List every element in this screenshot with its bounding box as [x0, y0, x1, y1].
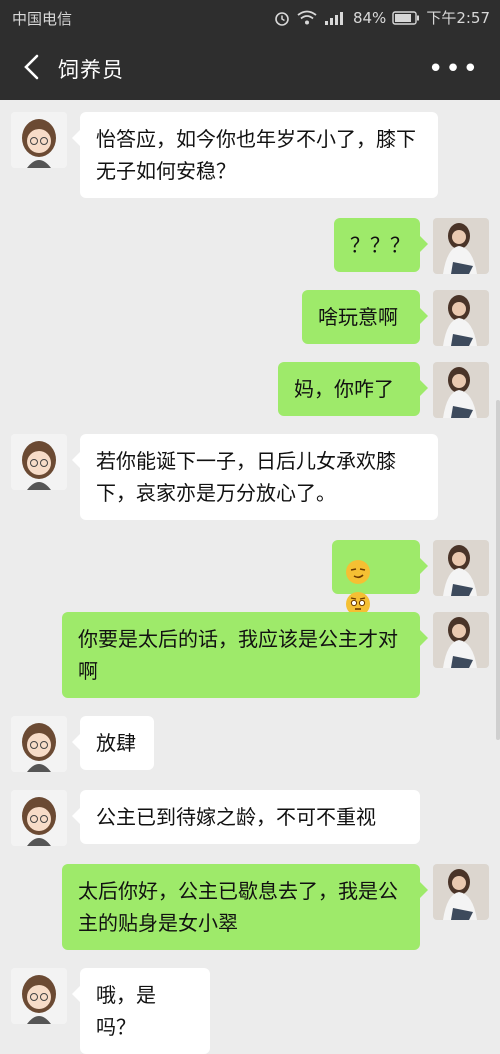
battery-icon — [392, 10, 420, 25]
contact-avatar[interactable] — [11, 790, 67, 846]
contact-avatar[interactable] — [11, 716, 67, 772]
user-avatar[interactable] — [433, 290, 489, 346]
contact-avatar[interactable] — [11, 434, 67, 490]
message-row: 太后你好，公主已歇息去了，我是公主的贴身是女小翠 — [0, 864, 500, 954]
message-bubble-outgoing[interactable] — [332, 540, 428, 616]
message-row: 妈，你咋了 — [0, 362, 500, 418]
more-icon[interactable]: ••• — [428, 54, 480, 84]
status-bar: 中国电信 84% 下午2:57 — [0, 0, 500, 34]
chevron-left-icon[interactable] — [18, 52, 48, 82]
user-avatar[interactable] — [433, 864, 489, 920]
status-time: 下午2:57 — [426, 9, 490, 27]
message-row: 怡答应，如今你也年岁不小了，膝下无子如何安稳？ — [0, 112, 500, 202]
user-avatar[interactable] — [433, 612, 489, 668]
status-icons: 84% 下午2:57 — [273, 7, 490, 28]
message-row: 你要是太后的话，我应该是公主才对啊 — [0, 612, 500, 702]
message-bubble-outgoing[interactable]: 你要是太后的话，我应该是公主才对啊 — [62, 612, 428, 698]
carrier-name: 中国电信 — [12, 10, 73, 28]
signal-icon — [324, 11, 343, 25]
message-bubble-outgoing[interactable]: 太后你好，公主已歇息去了，我是公主的贴身是女小翠 — [62, 864, 428, 950]
message-row — [0, 540, 500, 616]
message-row: 公主已到待嫁之龄，不可不重视 — [0, 790, 500, 846]
user-avatar[interactable] — [433, 362, 489, 418]
message-row: 若你能诞下一子，日后儿女承欢膝下，哀家亦是万分放心了。 — [0, 434, 500, 524]
message-bubble-outgoing[interactable]: 妈，你咋了 — [278, 362, 428, 416]
message-row: 放肆 — [0, 716, 500, 772]
message-bubble-incoming[interactable]: 公主已到待嫁之龄，不可不重视 — [72, 790, 420, 844]
wifi-icon — [297, 10, 317, 24]
message-row: 啥玩意啊 — [0, 290, 500, 346]
message-bubble-outgoing[interactable]: 啥玩意啊 — [302, 290, 428, 344]
smirk-emoji-icon — [346, 559, 370, 584]
contact-avatar[interactable] — [11, 112, 67, 168]
message-bubble-incoming[interactable]: 哦，是吗？ — [72, 968, 210, 1054]
alarm-icon — [275, 11, 289, 26]
user-avatar[interactable] — [433, 218, 489, 274]
user-avatar[interactable] — [433, 540, 489, 596]
message-bubble-incoming[interactable]: 若你能诞下一子，日后儿女承欢膝下，哀家亦是万分放心了。 — [72, 434, 438, 520]
battery-percent: 84% — [352, 8, 387, 27]
message-bubble-incoming[interactable]: 放肆 — [72, 716, 154, 770]
message-row: ？？？ — [0, 218, 500, 274]
contact-avatar[interactable] — [11, 968, 67, 1024]
chat-title: 饲养员 — [58, 58, 124, 82]
chat-area[interactable]: 怡答应，如今你也年岁不小了，膝下无子如何安稳？ ？？？ 啥玩意啊 妈，你咋了 若… — [0, 100, 500, 1054]
message-bubble-incoming[interactable]: 怡答应，如今你也年岁不小了，膝下无子如何安稳？ — [72, 112, 438, 198]
message-bubble-outgoing[interactable]: ？？？ — [334, 218, 428, 272]
message-row: 哦，是吗？ — [0, 968, 500, 1054]
chat-header: 饲养员 ••• — [0, 34, 500, 100]
